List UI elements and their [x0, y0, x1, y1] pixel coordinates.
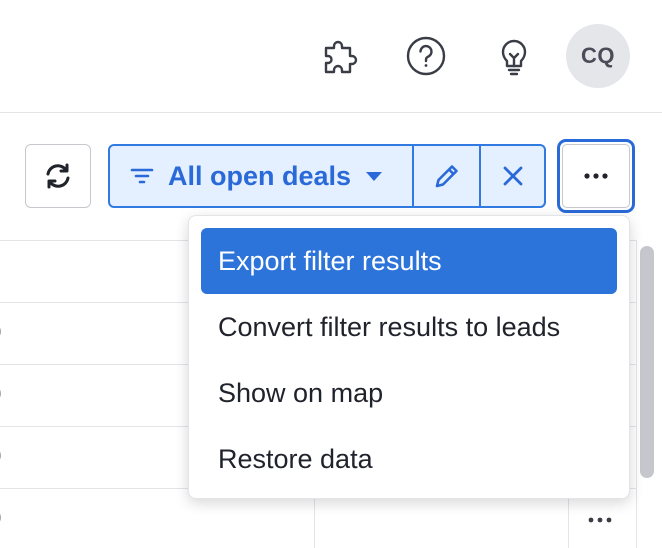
sync-button[interactable] [25, 144, 91, 208]
help-icon[interactable] [404, 34, 448, 78]
lightbulb-icon[interactable] [492, 34, 536, 78]
table-cell: 0 [0, 443, 1, 471]
filter-label: All open deals [168, 160, 352, 191]
caret-down-icon [365, 170, 383, 182]
filter-selector: All open deals [108, 144, 546, 208]
clear-filter-button[interactable] [481, 146, 544, 206]
table-cell: 0 [0, 381, 1, 409]
menu-item-label: Show on map [218, 377, 384, 408]
menu-item-show-on-map[interactable]: Show on map [201, 360, 617, 426]
menu-item-label: Export filter results [218, 245, 442, 276]
avatar-initials: CQ [581, 43, 615, 68]
menu-item-label: Restore data [218, 443, 373, 474]
row-more-button[interactable] [586, 510, 614, 530]
filter-dropdown-button[interactable]: All open deals [110, 146, 414, 206]
pencil-icon [435, 165, 458, 188]
table-cell: 0 [0, 505, 1, 533]
more-actions-button[interactable] [557, 139, 635, 213]
more-actions-inner [562, 144, 630, 208]
menu-item-export-filter-results[interactable]: Export filter results [201, 228, 617, 294]
more-actions-menu: Export filter results Convert filter res… [188, 215, 630, 499]
ellipsis-icon [584, 173, 608, 179]
ellipsis-icon [588, 517, 612, 523]
filter-icon [130, 166, 154, 186]
table-cell: 0 [0, 319, 1, 347]
menu-item-convert-to-leads[interactable]: Convert filter results to leads [201, 294, 617, 360]
close-icon [503, 166, 522, 186]
avatar[interactable]: CQ [566, 24, 630, 88]
menu-item-restore-data[interactable]: Restore data [201, 426, 617, 492]
edit-filter-button[interactable] [414, 146, 481, 206]
app-page: CQ All open deals Export filter results … [0, 0, 662, 548]
menu-item-label: Convert filter results to leads [218, 311, 561, 342]
sync-icon [46, 163, 70, 189]
top-header: CQ [0, 0, 662, 113]
scrollbar-thumb[interactable] [640, 246, 654, 478]
puzzle-icon[interactable] [318, 34, 362, 78]
